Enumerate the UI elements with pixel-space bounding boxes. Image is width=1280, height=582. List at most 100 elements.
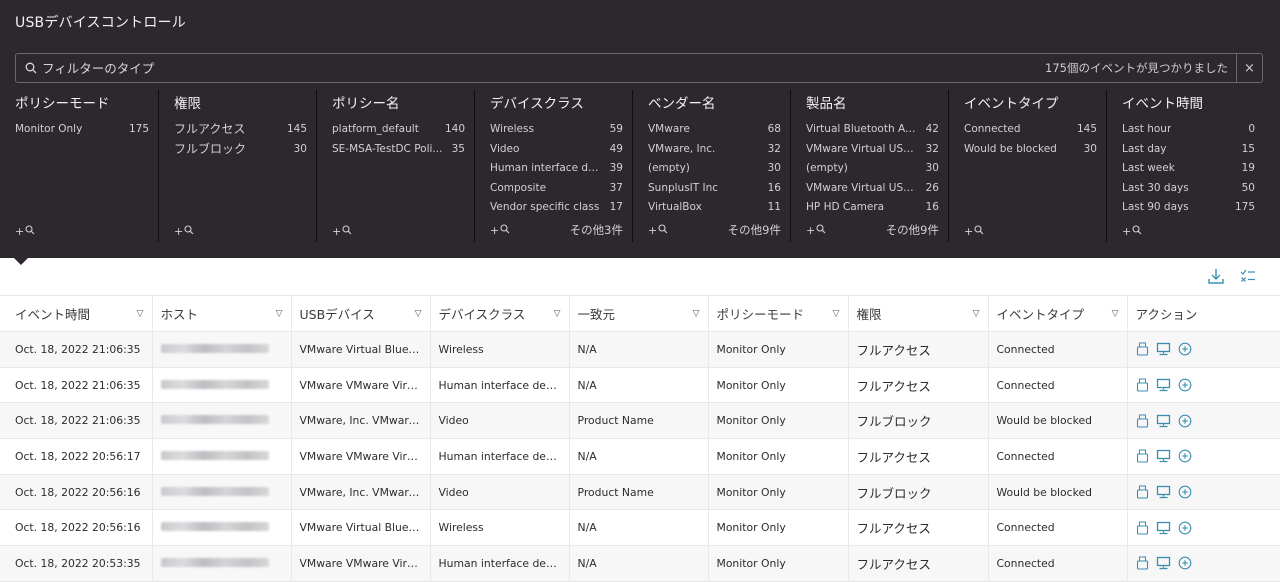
facet-option[interactable]: Virtual Bluetooth Ad... 42 — [806, 120, 939, 140]
table-row[interactable]: Oct. 18, 2022 20:53:35 VMware VMware Vir… — [0, 545, 1280, 582]
add-search-button[interactable]: + — [490, 224, 510, 237]
facet-option-count: 30 — [767, 162, 781, 174]
add-search-button[interactable]: + — [806, 224, 826, 237]
facet-option[interactable]: Last 90 days 175 — [1122, 198, 1255, 218]
facet-option[interactable]: Human interface dev... 39 — [490, 159, 623, 179]
table-row[interactable]: Oct. 18, 2022 20:56:17 VMware VMware Vir… — [0, 438, 1280, 475]
facet-option[interactable]: フルブロック 30 — [174, 140, 307, 160]
usb-device-icon[interactable] — [1136, 521, 1149, 535]
add-search-button[interactable]: + — [174, 225, 194, 238]
sort-icon[interactable]: ▽ — [554, 309, 561, 319]
facet-option[interactable]: Connected 145 — [964, 120, 1097, 140]
column-header[interactable]: イベントタイプ ▽ — [987, 295, 1128, 332]
more-options-link[interactable]: その他9件 — [886, 222, 939, 238]
usb-device-icon[interactable] — [1136, 378, 1149, 392]
facet-option-count: 175 — [128, 123, 149, 135]
facet-option[interactable]: (empty) 30 — [648, 159, 781, 179]
facet-option[interactable]: Last day 15 — [1122, 140, 1255, 160]
table-row[interactable]: Oct. 18, 2022 20:56:16 VMware, Inc. VMwa… — [0, 473, 1280, 511]
filter-input[interactable] — [42, 60, 1046, 76]
add-search-button[interactable]: + — [1122, 225, 1142, 238]
usb-device-icon[interactable] — [1136, 556, 1149, 571]
permission-cell: フルブロック — [847, 402, 989, 440]
facet-option-count: 50 — [1241, 181, 1255, 194]
facet-option[interactable]: Last 30 days 50 — [1122, 179, 1255, 199]
facet-option[interactable]: Composite 37 — [490, 179, 623, 199]
sort-icon[interactable]: ▽ — [833, 309, 840, 319]
add-search-button[interactable]: + — [332, 225, 352, 238]
column-header[interactable]: ホスト ▽ — [151, 295, 292, 332]
column-header[interactable]: 権限 ▽ — [847, 295, 989, 332]
table-row[interactable]: Oct. 18, 2022 21:06:35 VMware VMware Vir… — [0, 366, 1280, 404]
column-header[interactable]: ポリシーモード ▽ — [707, 295, 849, 332]
add-search-button[interactable]: + — [648, 224, 668, 237]
clear-filter-button[interactable]: × — [1236, 54, 1262, 82]
facet-option[interactable]: VMware, Inc. 32 — [648, 140, 781, 160]
column-header[interactable]: イベント時間 ▽ — [0, 295, 153, 332]
column-header[interactable]: アクション — [1126, 295, 1280, 332]
permission-cell: フルアクセス — [847, 331, 989, 368]
add-search-button[interactable]: + — [15, 225, 35, 238]
computer-icon[interactable] — [1156, 556, 1171, 570]
sort-icon[interactable]: ▽ — [415, 309, 422, 319]
usb-device-icon[interactable] — [1136, 342, 1149, 356]
usb-device-icon[interactable] — [1136, 485, 1149, 499]
download-icon[interactable] — [1206, 266, 1226, 286]
table-row[interactable]: Oct. 18, 2022 21:06:35 VMware Virtual Bl… — [0, 331, 1280, 368]
facet-option[interactable]: HP HD Camera 16 — [806, 198, 939, 218]
table-row[interactable]: Oct. 18, 2022 20:56:16 VMware Virtual Bl… — [0, 509, 1280, 547]
plus-icon: + — [490, 223, 500, 237]
facet-option[interactable]: SE-MSA-TestDC Poli... 35 — [332, 140, 465, 160]
facet-option[interactable]: Last week 19 — [1122, 159, 1255, 179]
add-circle-icon[interactable] — [1178, 449, 1192, 463]
facet-option[interactable]: フルアクセス 145 — [174, 120, 307, 140]
policy-mode-cell: Monitor Only — [707, 331, 849, 368]
add-circle-icon[interactable] — [1178, 521, 1192, 535]
table-row[interactable]: Oct. 18, 2022 21:06:35 VMware, Inc. VMwa… — [0, 402, 1280, 440]
sort-icon[interactable]: ▽ — [693, 309, 700, 319]
facet-option[interactable]: VMware Virtual USB ... 26 — [806, 179, 939, 199]
facet-option[interactable]: platform_default 140 — [332, 120, 465, 140]
facet-option[interactable]: VMware 68 — [648, 120, 781, 140]
facet-option[interactable]: Vendor specific class 17 — [490, 198, 623, 218]
add-circle-icon[interactable] — [1178, 556, 1192, 570]
column-header[interactable]: USBデバイス ▽ — [290, 295, 431, 332]
add-circle-icon[interactable] — [1178, 485, 1192, 499]
facet-option-count: 42 — [925, 123, 939, 135]
facet-option[interactable]: VirtualBox 11 — [648, 198, 781, 218]
more-options-link[interactable]: その他9件 — [728, 222, 781, 238]
facet-footer: + その他3件 — [490, 222, 623, 238]
facet-option-label: Video — [490, 142, 520, 155]
facet-option[interactable]: Last hour 0 — [1122, 120, 1255, 140]
facet-option[interactable]: Would be blocked 30 — [964, 140, 1097, 160]
facet-option[interactable]: VMware Virtual USB ... 32 — [806, 140, 939, 160]
facet-option[interactable]: Wireless 59 — [490, 120, 623, 140]
add-search-button[interactable]: + — [964, 225, 984, 238]
usb-device-icon[interactable] — [1136, 449, 1149, 463]
facet-option-count: 19 — [1241, 162, 1255, 174]
facet-option[interactable]: Monitor Only 175 — [15, 120, 149, 140]
add-circle-icon[interactable] — [1178, 342, 1192, 356]
facet-option[interactable]: Video 49 — [490, 140, 623, 160]
column-header[interactable]: 一致元 ▽ — [568, 295, 709, 332]
facet-title: ポリシーモード — [15, 96, 110, 112]
sort-icon[interactable]: ▽ — [276, 309, 283, 319]
computer-icon[interactable] — [1156, 485, 1171, 499]
column-header[interactable]: デバイスクラス ▽ — [429, 295, 570, 332]
sort-icon[interactable]: ▽ — [137, 309, 144, 319]
add-circle-icon[interactable] — [1178, 414, 1192, 428]
facet-option[interactable]: SunplusIT Inc 16 — [648, 179, 781, 199]
add-circle-icon[interactable] — [1178, 378, 1192, 392]
usb-device-icon[interactable] — [1136, 414, 1149, 428]
column-chooser-icon[interactable] — [1238, 266, 1258, 286]
computer-icon[interactable] — [1156, 378, 1171, 392]
more-options-link[interactable]: その他3件 — [570, 222, 623, 238]
computer-icon[interactable] — [1156, 521, 1171, 535]
sort-icon[interactable]: ▽ — [1112, 309, 1119, 319]
facet-option-label: Last 90 days — [1122, 201, 1189, 213]
computer-icon[interactable] — [1156, 342, 1171, 356]
computer-icon[interactable] — [1156, 414, 1171, 428]
sort-icon[interactable]: ▽ — [973, 309, 980, 319]
computer-icon[interactable] — [1156, 449, 1171, 463]
facet-option[interactable]: (empty) 30 — [806, 159, 939, 179]
